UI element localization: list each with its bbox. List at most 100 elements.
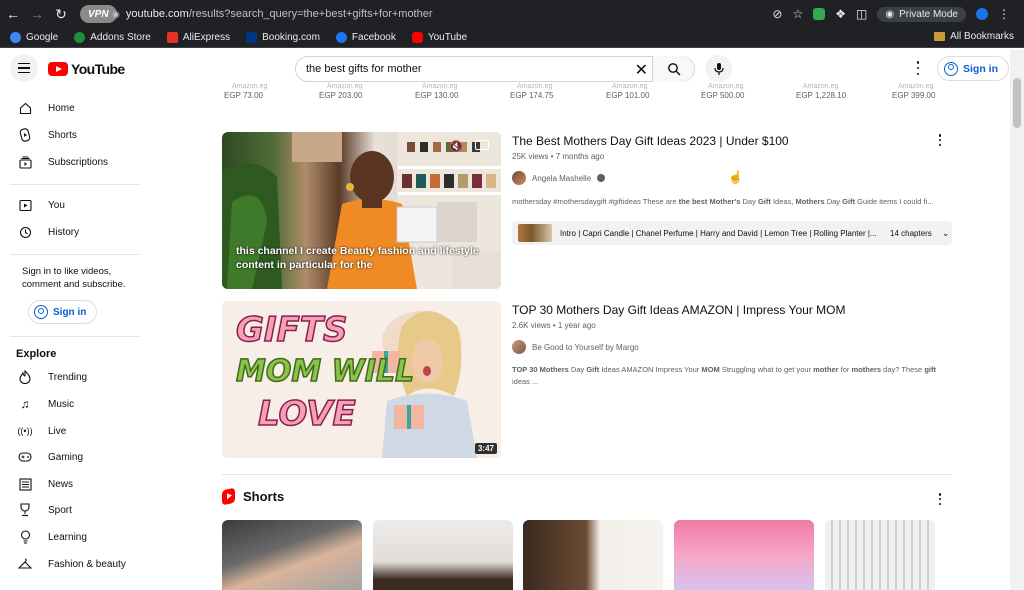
sidebar-item-learning[interactable]: Learning [0,524,150,550]
video-thumbnail[interactable]: 🔇 this channel I create Beauty fashion a… [222,132,501,289]
thumbnail-text: MOM WILL [235,353,415,390]
private-mode-badge[interactable]: ◉ Private Mode [877,6,966,22]
sidebar-label: Gaming [48,451,84,463]
channel-link[interactable]: Be Good to Yourself by Margo [512,340,639,354]
sidebar-item-trending[interactable]: Trending [0,364,150,390]
captions-icon[interactable] [475,140,489,150]
sign-in-label: Sign in [53,306,87,318]
browser-menu-icon[interactable]: ⋮ [998,7,1010,21]
section-divider [222,474,952,475]
all-bookmarks[interactable]: All Bookmarks [934,31,1014,42]
search-input[interactable] [306,63,626,75]
video-duration: 3:47 [474,443,497,454]
product-price[interactable]: EGP 1,228.10 [796,91,846,100]
bookmark-star-icon[interactable]: ☆ [792,7,803,21]
sidebar-item-live[interactable]: ((•)) Live [0,418,150,444]
channel-link[interactable]: Angela Mashelle [512,171,606,185]
video-title[interactable]: TOP 30 Mothers Day Gift Ideas AMAZON | I… [512,303,845,317]
site-info-icon[interactable]: ◉ [112,9,120,20]
sidebar-item-fashion-beauty[interactable]: Fashion & beauty [0,551,150,577]
sidebar-item-subscriptions[interactable]: Subscriptions [0,149,150,175]
forward-icon[interactable]: → [26,3,48,25]
scrollbar-thumb[interactable] [1013,78,1021,128]
shorts-options-icon[interactable] [937,493,943,505]
sidebar-item-history[interactable]: History [0,219,150,245]
product-price[interactable]: EGP 500.00 [701,91,744,100]
bookmark-aliexpress[interactable]: AliExpress [166,32,231,43]
youtube-logo[interactable]: YouTube [48,61,125,77]
extension-icon[interactable] [813,8,826,20]
bookmark-label: Facebook [351,32,396,43]
short-thumbnail[interactable] [825,520,935,590]
page-scrollbar[interactable] [1010,50,1024,590]
sidebar-item-music[interactable]: ♫ Music [0,391,150,417]
sidebar-item-you[interactable]: You [0,192,150,218]
sidebar-label: History [48,226,80,238]
reload-icon[interactable]: ↻ [50,3,72,25]
sidebar-item-gaming[interactable]: Gaming [0,444,150,470]
account-icon [34,305,48,319]
bookmark-google[interactable]: Google [10,32,58,43]
sign-in-button[interactable]: Sign in [937,56,1009,81]
bookmark-label: YouTube [427,32,468,43]
sidebar-label: Fashion & beauty [48,558,126,570]
url-host: youtube.com [125,8,189,20]
video-caption: this channel I create Beauty fashion and… [236,245,479,271]
shorts-icon [222,487,235,506]
menu-icon[interactable] [10,54,38,82]
explore-heading: Explore [16,348,57,360]
product-price[interactable]: EGP 73.00 [224,91,263,100]
mouse-cursor-icon: ☝ [728,170,743,184]
tracking-off-icon[interactable]: ⊘ [772,7,782,21]
address-bar[interactable]: ◉ youtube.com /results?search_query=the+… [112,4,772,24]
product-price[interactable]: EGP 203.00 [319,91,362,100]
bookmark-label: AliExpress [182,32,231,43]
private-mode-label: Private Mode [899,8,958,20]
product-price[interactable]: EGP 130.00 [415,91,458,100]
profile-check-icon[interactable] [976,8,988,20]
back-icon[interactable]: ← [2,3,24,25]
sidebar-item-home[interactable]: Home [0,95,150,121]
video-description: mothersday #mothersdaygift #giftideas Th… [512,196,952,208]
trending-icon [18,370,32,384]
all-bookmarks-label: All Bookmarks [950,31,1014,42]
short-thumbnail[interactable] [373,520,513,590]
product-price[interactable]: EGP 174.75 [510,91,553,100]
bookmarks-bar: Google Addons Store AliExpress Booking.c… [0,28,1024,48]
sidebar-item-sport[interactable]: Sport [0,497,150,523]
video-options-icon[interactable] [937,134,943,146]
extensions-puzzle-icon[interactable]: ❖ [835,7,846,21]
video-thumbnail[interactable]: GIFTS MOM WILL LOVE 3:47 [222,301,501,458]
bookmark-booking[interactable]: Booking.com [246,32,320,43]
chapters-count: 14 chapters [890,228,932,238]
product-strip: Amazon.eg EGP 73.00 Amazon.eg EGP 203.00… [224,83,944,102]
voice-search-button[interactable] [705,55,732,82]
side-panel-icon[interactable]: ◫ [856,7,867,21]
browser-toolbar: ← → ↻ VPN ◉ youtube.com /results?search_… [0,0,1024,28]
bookmark-addons-store[interactable]: Addons Store [74,32,151,43]
settings-menu-icon[interactable] [912,61,924,75]
short-thumbnail[interactable] [674,520,814,590]
chapters-bar[interactable]: Intro | Capri Candle | Chanel Perfume | … [512,221,952,245]
sidebar-item-shorts[interactable]: Shorts [0,122,150,148]
bookmark-youtube[interactable]: YouTube [411,32,468,43]
sidebar-item-news[interactable]: News [0,471,150,497]
chevron-down-icon[interactable]: ⌄ [942,228,950,239]
product-price[interactable]: EGP 101.00 [606,91,649,100]
sidebar-label: You [48,199,65,211]
video-title[interactable]: The Best Mothers Day Gift Ideas 2023 | U… [512,134,789,148]
video-result: 🔇 this channel I create Beauty fashion a… [222,132,952,290]
bookmark-facebook[interactable]: Facebook [335,32,396,43]
short-thumbnail[interactable] [222,520,362,590]
mute-icon[interactable]: 🔇 [449,140,463,153]
search-button[interactable] [652,56,694,82]
short-thumbnail[interactable] [523,520,663,590]
sidebar-divider [10,336,140,337]
product-price[interactable]: EGP 399.00 [892,91,935,100]
chapters-list: Intro | Capri Candle | Chanel Perfume | … [560,228,877,238]
sidebar-sign-in-button[interactable]: Sign in [28,300,98,324]
clear-search-icon[interactable]: ✕ [635,60,648,80]
chapter-thumbnail [518,224,552,242]
avatar [512,171,526,185]
video-description: TOP 30 Mothers Day Gift Ideas AMAZON Imp… [512,364,952,388]
